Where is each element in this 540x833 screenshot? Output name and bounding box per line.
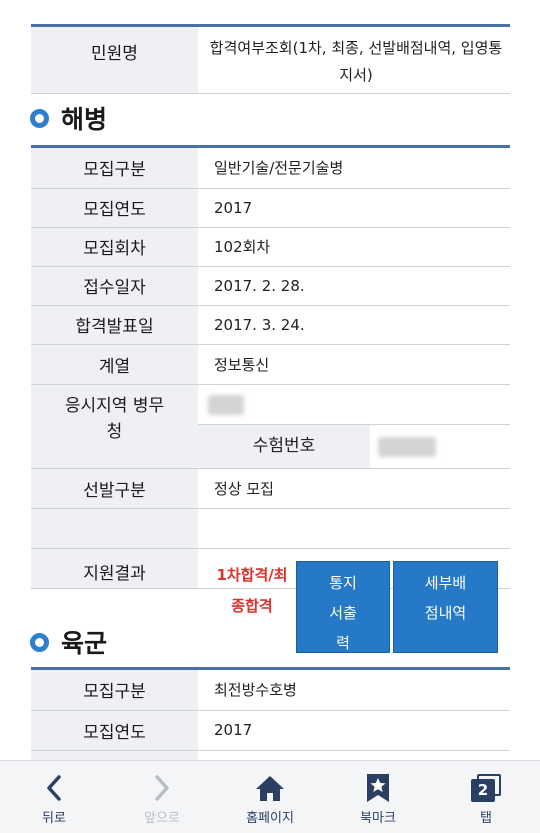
tabs-icon: 2 xyxy=(471,771,501,805)
score-detail-button[interactable]: 세부배점내역 xyxy=(393,561,498,653)
back-label: 뒤로 xyxy=(42,811,66,826)
navy-info-table: 모집구분 일반기술/전문기술병 모집연도 2017 모집회차 102회차 접수일… xyxy=(31,148,510,589)
home-icon xyxy=(254,771,286,805)
section-title-text: 육군 xyxy=(61,629,108,658)
home-label: 홈페이지 xyxy=(246,811,294,826)
table-row: 민원명 합격여부조회(1차, 최종, 선발배점내역, 입영통지서) xyxy=(31,27,510,94)
result-status-text: 1차합격/최종합격 xyxy=(216,566,288,615)
tabs-label: 탭 xyxy=(480,811,492,826)
section-bullet-icon xyxy=(30,632,49,652)
civil-name-value: 합격여부조회(1차, 최종, 선발배점내역, 입영통지서) xyxy=(198,27,510,94)
section-bullet-icon xyxy=(30,108,49,128)
table-row: 응시지역 병무청 수험번호 xyxy=(31,384,510,469)
table-row: 모집연도 2017 xyxy=(31,710,510,751)
civil-name-label: 민원명 xyxy=(31,27,198,94)
tab-count: 2 xyxy=(471,779,495,802)
chevron-right-icon xyxy=(152,771,172,805)
section-title-text: 해병 xyxy=(61,105,108,134)
bookmark-label: 북마크 xyxy=(360,811,396,826)
table-row: 모집회차 102회차 xyxy=(31,227,510,267)
row-label: 계열 xyxy=(31,344,198,385)
redacted-exam-number xyxy=(378,436,436,457)
table-row: 합격발표일 2017. 3. 24. xyxy=(31,305,510,345)
row-label: 모집회차 xyxy=(31,227,198,267)
row-label: 모집구분 xyxy=(31,670,198,711)
table-row xyxy=(31,508,510,549)
notice-print-button[interactable]: 통지서출력 xyxy=(296,561,390,653)
exam-number-label: 수험번호 xyxy=(198,424,370,468)
row-label: 모집구분 xyxy=(31,148,198,189)
chevron-left-icon xyxy=(44,771,64,805)
table-row: 계열 정보통신 xyxy=(31,344,510,385)
section-title-army: 육군 xyxy=(30,624,107,660)
table-row xyxy=(31,750,510,760)
row-label: 모집연도 xyxy=(31,710,198,751)
bookmark-star-icon xyxy=(365,771,391,805)
section-title-navy: 해병 xyxy=(30,100,107,136)
row-value: 정상 모집 xyxy=(198,468,510,509)
row-value: 최전방수호병 xyxy=(198,670,510,711)
row-value: 2017 xyxy=(198,710,510,751)
row-value: 102회차 xyxy=(198,227,510,267)
row-value: 2017. 3. 24. xyxy=(198,305,510,345)
row-value: 정보통신 xyxy=(198,344,510,385)
row-value: 일반기술/전문기술병 xyxy=(198,148,510,189)
table-row: 접수일자 2017. 2. 28. xyxy=(31,266,510,306)
home-button[interactable]: 홈페이지 xyxy=(216,761,324,833)
civil-name-table: 민원명 합격여부조회(1차, 최종, 선발배점내역, 입영통지서) xyxy=(31,27,510,94)
bookmark-button[interactable]: 북마크 xyxy=(324,761,432,833)
page-content: 민원명 합격여부조회(1차, 최종, 선발배점내역, 입영통지서) 해병 모집구… xyxy=(0,0,540,760)
tabs-button[interactable]: 2 탭 xyxy=(432,761,540,833)
table-row: 모집연도 2017 xyxy=(31,188,510,228)
row-value: 2017 xyxy=(198,188,510,228)
forward-button[interactable]: 앞으로 xyxy=(108,761,216,833)
row-label: 접수일자 xyxy=(31,266,198,306)
row-label: 합격발표일 xyxy=(31,305,198,345)
back-button[interactable]: 뒤로 xyxy=(0,761,108,833)
row-label: 선발구분 xyxy=(31,468,198,509)
table-row: 모집구분 일반기술/전문기술병 xyxy=(31,148,510,189)
region-value xyxy=(198,385,510,425)
redacted-region xyxy=(208,394,244,415)
result-label: 지원결과 xyxy=(31,548,198,589)
forward-label: 앞으로 xyxy=(144,811,180,826)
exam-number-value xyxy=(370,425,510,468)
table-row: 모집구분 최전방수호병 xyxy=(31,670,510,711)
browser-bottom-bar: 뒤로 앞으로 홈페이지 북마크 2 탭 xyxy=(0,760,540,833)
row-label: 모집연도 xyxy=(31,188,198,228)
row-value: 2017. 2. 28. xyxy=(198,266,510,306)
army-info-table: 모집구분 최전방수호병 모집연도 2017 xyxy=(31,670,510,760)
table-row: 선발구분 정상 모집 xyxy=(31,468,510,509)
region-label: 응시지역 병무청 xyxy=(31,384,198,469)
